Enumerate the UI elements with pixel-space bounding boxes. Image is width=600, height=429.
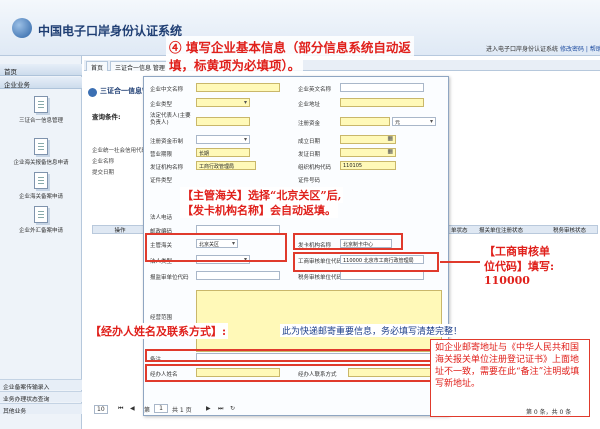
- currency-select[interactable]: 元: [392, 117, 436, 126]
- customs-highlight-box: [145, 233, 287, 262]
- label-id-no: 证件号码: [298, 178, 321, 184]
- sidebar-home[interactable]: 首页: [0, 64, 82, 76]
- label-scope: 经营范围: [150, 315, 173, 321]
- label-establish-date: 成立日期: [298, 139, 321, 145]
- page-label: 第: [144, 407, 151, 414]
- sidebar-item-three-cert[interactable]: 三证合一信息管理: [0, 96, 82, 124]
- document-icon: [34, 138, 48, 155]
- business-term-input[interactable]: 长期: [196, 148, 250, 157]
- aic-arrow: [440, 261, 480, 263]
- grid-col-reg: 报关单位注册状态: [479, 228, 524, 234]
- next-page-icon[interactable]: ▶: [206, 405, 211, 412]
- tab-home[interactable]: 首页: [86, 61, 109, 72]
- remark-note-text: 如企业邮寄地址与《中华人民共和国海关报关单位注册登记证书》上面地址不一致，需要在…: [435, 343, 580, 389]
- step4-note-line2: 填，标黄项为必填项）。: [166, 54, 304, 75]
- org-code-input[interactable]: 110105: [340, 161, 396, 170]
- label-issuing-authority: 发证机构名称: [150, 165, 184, 171]
- document-icon: [34, 206, 48, 223]
- tab-bar: 首页 三证合一信息 管理: [84, 60, 600, 72]
- scope-textarea[interactable]: [196, 290, 442, 352]
- refresh-icon[interactable]: ↻: [230, 405, 235, 412]
- query-field-date: 提交日期: [92, 170, 115, 176]
- label-company-en: 企业英文名称: [298, 87, 332, 93]
- establish-date-input[interactable]: [340, 135, 396, 144]
- record-summary: 第 0 条，共 0 条: [526, 409, 572, 416]
- customs-note-line2: 【发卡机构名称】会自动返填。: [180, 202, 338, 218]
- document-icon: [34, 172, 48, 189]
- aic-note-line1: 【工商审核单: [484, 245, 550, 258]
- first-page-icon[interactable]: ⏮: [118, 405, 123, 413]
- last-page-icon[interactable]: ⏭: [218, 405, 223, 413]
- sidebar-item-label: 三证合一信息管理: [18, 118, 63, 124]
- company-addr-input[interactable]: [340, 98, 424, 107]
- tax-code-input[interactable]: [340, 271, 424, 280]
- sidebar-biz[interactable]: 企业业务: [0, 77, 82, 89]
- sidebar-bottom-other[interactable]: 其他业务: [0, 403, 82, 415]
- label-economic-nature: 注册资金币制: [150, 139, 184, 145]
- reg-capital-input[interactable]: [340, 117, 390, 126]
- query-label: 查询条件:: [92, 113, 121, 121]
- sidebar-item-label: 企业海关备案申请: [18, 194, 63, 200]
- grid-header-status: 单状态 报关单位注册状态 税务审核状态: [448, 225, 598, 234]
- sidebar-item-customs-filing[interactable]: 企业海关备案申请: [0, 172, 82, 200]
- label-org-code: 组织机构代码: [298, 165, 332, 171]
- app-title: 中国电子口岸身份认证系统: [38, 24, 183, 38]
- page-size-select[interactable]: 10: [94, 405, 108, 414]
- label-reg-capital: 注册资金: [298, 121, 321, 127]
- label-tax-code: 税务审核单位代码: [298, 275, 343, 281]
- customs-note-line1: 【主管海关】选择“北京关区”后,: [180, 187, 344, 203]
- sidebar-bottom-status[interactable]: 业务办理状态查询: [0, 391, 82, 403]
- company-en-input[interactable]: [340, 83, 424, 92]
- label-legal-rep: 法定代表人(主要负责人): [150, 113, 191, 126]
- system-entry-link[interactable]: 进入电子口岸身份认证系统: [486, 44, 558, 53]
- remark-highlight-box: [145, 349, 443, 362]
- app-logo-icon: [12, 18, 32, 38]
- aic-note-line2: 位代码】填写:: [484, 260, 555, 273]
- label-company-type: 企业类型: [150, 102, 173, 108]
- grid-col-tax: 税务审核状态: [553, 228, 587, 234]
- sidebar-bottom-entry[interactable]: 企业备案传输录入: [0, 379, 82, 391]
- issuing-org-highlight-box: [293, 233, 403, 250]
- label-company-addr: 企业地址: [298, 102, 321, 108]
- sidebar-item-customs-report[interactable]: 企业海关报备信息申请: [0, 138, 82, 166]
- query-field-company: 企业名称: [92, 159, 115, 165]
- declare-unit-input[interactable]: [196, 271, 280, 280]
- label-declare-unit: 报监审单位代码: [150, 275, 189, 281]
- aic-note-line3: 110000: [484, 274, 530, 287]
- contact-highlight-box: [145, 364, 443, 382]
- tab-three-cert[interactable]: 三证合一信息 管理: [110, 61, 170, 72]
- page-count: 共 1 页: [172, 407, 192, 414]
- label-cert-type: 证件类型: [150, 178, 173, 184]
- header-links[interactable]: 修改密码 | 帮助: [560, 44, 600, 53]
- pagination-bar: 10 ⏮ ◀ 第 1 共 1 页 ▶ ⏭ ↻ 第 0 条，共 0 条: [88, 403, 600, 417]
- sidebar: 首页 企业业务 三证合一信息管理 企业海关报备信息申请 企业海关备案申请 企业外…: [0, 56, 82, 429]
- company-type-select[interactable]: [196, 98, 250, 107]
- issue-date-input[interactable]: [340, 148, 396, 157]
- page-input[interactable]: 1: [154, 404, 168, 413]
- label-business-term: 营业期限: [150, 152, 173, 158]
- contact-note-text: 此为快递邮寄重要信息，务必填写清楚完整！: [280, 324, 465, 337]
- economic-nature-select[interactable]: [196, 135, 250, 144]
- legal-rep-input[interactable]: [196, 117, 250, 126]
- prev-page-icon[interactable]: ◀: [130, 405, 135, 412]
- sidebar-item-forex-filing[interactable]: 企业外汇备案申请: [0, 206, 82, 234]
- grid-col-status: 单状态: [451, 228, 468, 234]
- grid-header-action: 操作: [92, 225, 148, 234]
- aic-highlight-box: [293, 252, 439, 272]
- company-cn-input[interactable]: [196, 83, 280, 92]
- query-field-credit-code: 企业统一社会信用代码: [92, 148, 148, 154]
- contact-note-label: 【经办人姓名及联系方式】:: [88, 323, 229, 339]
- label-company-cn: 企业中文名称: [150, 87, 184, 93]
- label-issue-date: 发证日期: [298, 152, 321, 158]
- document-icon: [34, 96, 48, 113]
- sidebar-item-label: 企业海关报备信息申请: [13, 160, 69, 166]
- issuing-authority-input[interactable]: 工商行政管理局: [196, 161, 256, 170]
- sidebar-item-label: 企业外汇备案申请: [18, 228, 63, 234]
- label-legal-phone: 法人电话: [150, 215, 173, 221]
